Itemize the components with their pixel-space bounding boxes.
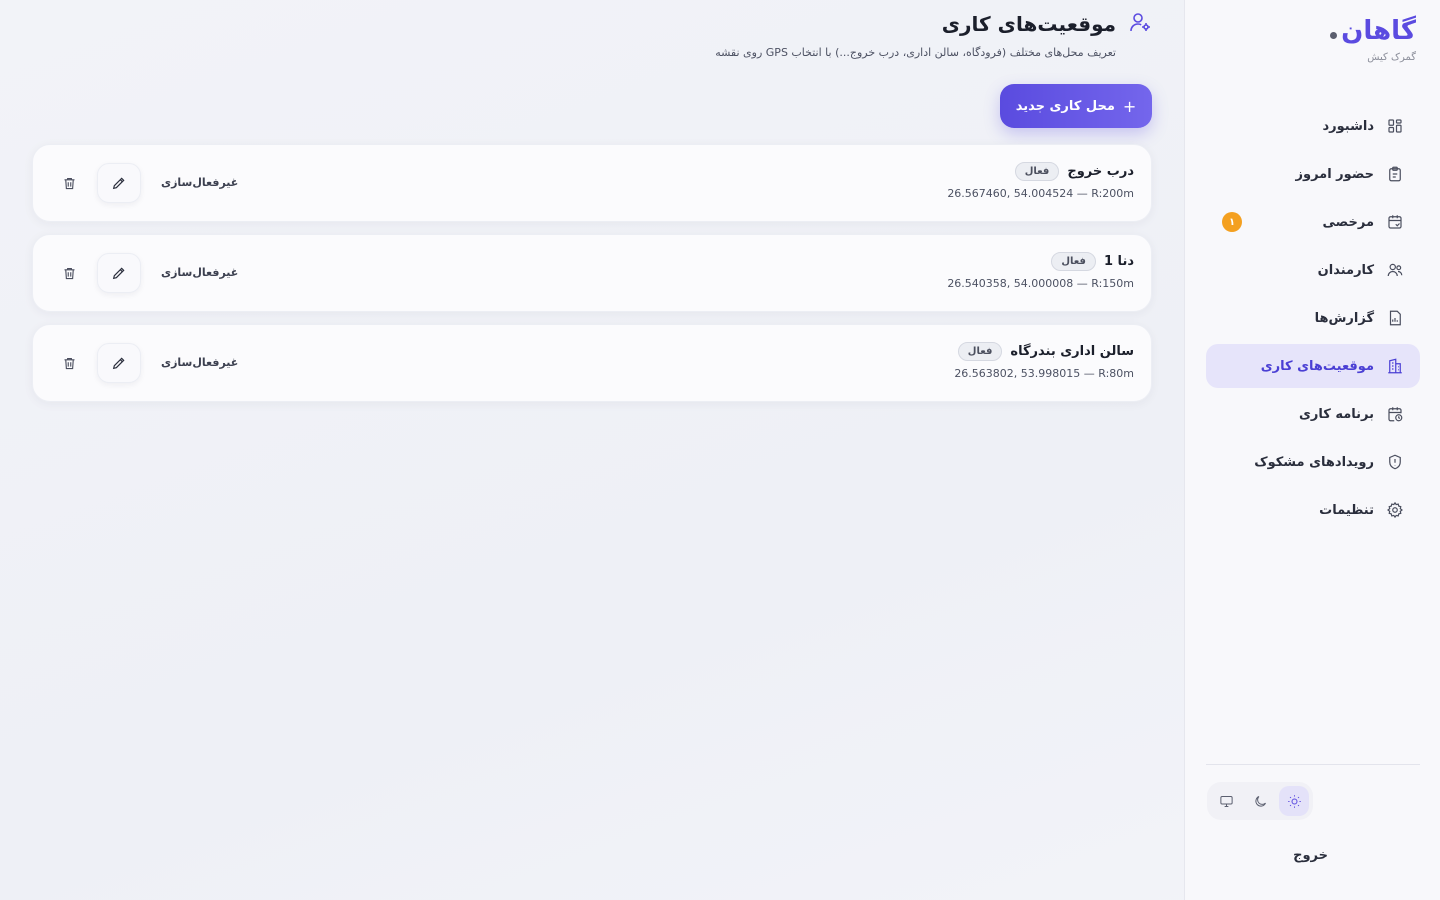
theme-system-button[interactable]: [1211, 786, 1241, 816]
location-name: درب خروج: [1067, 164, 1134, 179]
sidebar-item-leave[interactable]: مرخصی ۱: [1206, 200, 1420, 244]
report-icon: [1389, 310, 1401, 326]
building-icon: [1388, 358, 1402, 374]
sidebar-item-reports[interactable]: گزارش‌ها: [1206, 296, 1420, 340]
brand-dot: [1330, 31, 1338, 39]
sidebar-item-label: گزارش‌ها: [1314, 310, 1374, 326]
sidebar-item-attendance[interactable]: حضور امروز: [1206, 152, 1420, 196]
sidebar-item-suspicious-events[interactable]: رویدادهای مشکوک: [1206, 440, 1420, 484]
pencil-icon: [112, 267, 125, 280]
theme-light-button[interactable]: [1279, 786, 1309, 816]
calendar-clock-icon: [1388, 407, 1403, 422]
deactivate-button[interactable]: غیرفعال‌سازی: [161, 176, 238, 189]
logout-button[interactable]: خروج: [1293, 848, 1328, 863]
edit-button[interactable]: [97, 163, 141, 203]
sidebar-item-label: داشبورد: [1322, 118, 1374, 134]
sidebar-item-settings[interactable]: تنظیمات: [1206, 488, 1420, 532]
clipboard-icon: [1389, 166, 1401, 182]
users-icon: [1387, 263, 1403, 277]
plus-icon: +: [1122, 96, 1137, 116]
calendar-icon: [1388, 215, 1402, 229]
trash-icon: [64, 177, 74, 189]
shield-icon: [1389, 454, 1401, 470]
deactivate-button[interactable]: غیرفعال‌سازی: [161, 356, 238, 369]
sidebar-item-label: کارمندان: [1317, 262, 1374, 278]
pencil-icon: [112, 177, 125, 190]
sidebar: گاهان گمرک کیش داشبورد حضور امروز مرخصی …: [1184, 0, 1440, 900]
sidebar-item-label: حضور امروز: [1295, 166, 1375, 182]
sidebar-item-dashboard[interactable]: داشبورد: [1206, 104, 1420, 148]
location-name: دنا 1: [1103, 254, 1134, 269]
user-location-icon: [1128, 10, 1152, 38]
delete-button[interactable]: [61, 355, 77, 371]
main-content: موقعیت‌های کاری تعریف محل‌های مختلف (فرو…: [0, 0, 1184, 900]
brand: گاهان گمرک کیش: [1330, 16, 1416, 63]
status-badge: فعال: [1014, 162, 1060, 181]
sidebar-item-schedule[interactable]: برنامه کاری: [1206, 392, 1420, 436]
edit-button[interactable]: [97, 343, 141, 383]
add-location-button[interactable]: + محل کاری جدید: [1000, 84, 1152, 128]
gear-icon: [1387, 501, 1403, 519]
page-title: موقعیت‌های کاری: [941, 12, 1116, 36]
theme-dark-button[interactable]: [1245, 786, 1275, 816]
sidebar-divider: [1206, 764, 1420, 765]
delete-button[interactable]: [61, 175, 77, 191]
pencil-icon: [112, 357, 125, 370]
sidebar-item-label: موقعیت‌های کاری: [1260, 358, 1374, 374]
page-header: موقعیت‌های کاری تعریف محل‌های مختلف (فرو…: [715, 10, 1152, 59]
page-description: تعریف محل‌های مختلف (فرودگاه، سالن اداری…: [715, 46, 1116, 59]
moon-icon: [1254, 795, 1266, 807]
delete-button[interactable]: [61, 265, 77, 281]
deactivate-button[interactable]: غیرفعال‌سازی: [161, 266, 238, 279]
add-location-label: محل کاری جدید: [1015, 98, 1115, 114]
sidebar-item-label: برنامه کاری: [1298, 406, 1374, 422]
location-name: سالن اداری بندرگاه: [1010, 344, 1134, 359]
brand-subtitle: گمرک کیش: [1367, 52, 1416, 63]
location-coords: 26.563802, 53.998015 — R:80m: [954, 367, 1134, 380]
status-badge: فعال: [957, 342, 1003, 361]
sidebar-item-label: مرخصی: [1322, 214, 1374, 230]
edit-button[interactable]: [97, 253, 141, 293]
sidebar-item-work-locations[interactable]: موقعیت‌های کاری: [1206, 344, 1420, 388]
sidebar-item-employees[interactable]: کارمندان: [1206, 248, 1420, 292]
list-item: دنا 1 فعال 26.540358, 54.000008 — R:150m…: [32, 234, 1152, 312]
status-badge: فعال: [1051, 252, 1096, 271]
trash-icon: [64, 357, 74, 369]
location-coords: 26.540358, 54.000008 — R:150m: [947, 277, 1134, 290]
leave-count-badge: ۱: [1222, 212, 1242, 232]
trash-icon: [64, 267, 74, 279]
sidebar-item-label: رویدادهای مشکوک: [1254, 454, 1374, 470]
list-item: سالن اداری بندرگاه فعال 26.563802, 53.99…: [32, 324, 1152, 402]
monitor-icon: [1219, 795, 1233, 807]
sidebar-nav: داشبورد حضور امروز مرخصی ۱ کارمندان گزار…: [1206, 104, 1420, 536]
sun-icon: [1287, 794, 1301, 808]
location-coords: 26.567460, 54.004524 — R:200m: [947, 187, 1134, 200]
theme-switch: [1207, 782, 1313, 820]
sidebar-item-label: تنظیمات: [1319, 502, 1374, 518]
brand-name: گاهان: [1341, 16, 1416, 46]
dashboard-icon: [1388, 119, 1402, 133]
location-list: درب خروج فعال 26.567460, 54.004524 — R:2…: [32, 144, 1152, 414]
list-item: درب خروج فعال 26.567460, 54.004524 — R:2…: [32, 144, 1152, 222]
